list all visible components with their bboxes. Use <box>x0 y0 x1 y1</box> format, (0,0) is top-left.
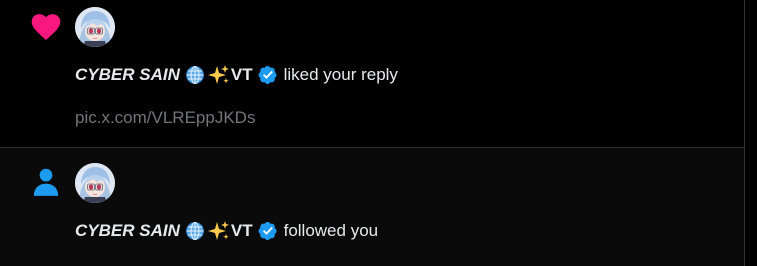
notification-follow[interactable]: CYBER SAIN VT followed you <box>0 148 744 266</box>
notification-like[interactable]: CYBER SAIN VT liked your reply pic.x.com… <box>0 0 744 148</box>
globe-emoji-icon <box>185 221 205 241</box>
avatar[interactable] <box>75 7 115 47</box>
verified-badge-icon <box>258 65 278 85</box>
avatar[interactable] <box>75 163 115 203</box>
user-name-suffix[interactable]: VT <box>231 220 253 242</box>
media-link[interactable]: pic.x.com/VLREppJKDs <box>75 108 255 128</box>
notification-action: followed you <box>283 221 379 240</box>
user-name-link[interactable]: CYBER SAIN <box>75 64 180 86</box>
person-icon <box>28 164 64 200</box>
user-name-suffix[interactable]: VT <box>231 64 253 86</box>
sparkles-emoji-icon <box>207 220 230 242</box>
heart-icon <box>28 8 64 44</box>
verified-badge-icon <box>258 221 278 241</box>
notification-text: CYBER SAIN VT followed you <box>75 220 378 242</box>
user-name-link[interactable]: CYBER SAIN <box>75 220 180 242</box>
sparkles-emoji-icon <box>207 64 230 86</box>
globe-emoji-icon <box>185 65 205 85</box>
column-divider <box>744 0 745 266</box>
notification-text: CYBER SAIN VT liked your reply <box>75 64 398 86</box>
notification-action: liked your reply <box>283 65 398 84</box>
